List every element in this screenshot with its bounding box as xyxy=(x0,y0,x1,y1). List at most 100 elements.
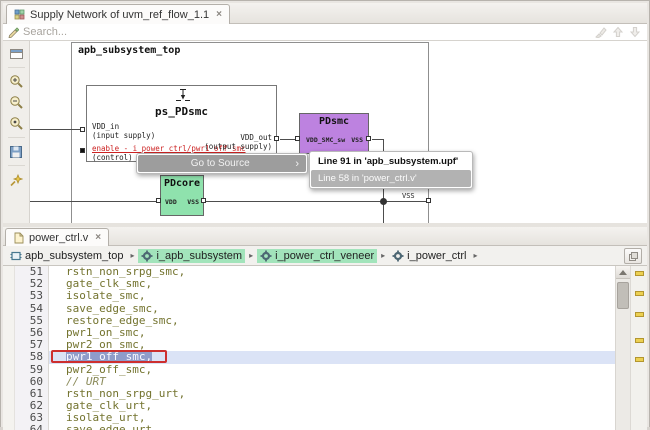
supply-wire xyxy=(280,139,295,140)
highlight-wand-button[interactable] xyxy=(6,170,27,189)
code-text[interactable]: pwr1_off_smc, xyxy=(49,351,615,363)
instance-icon xyxy=(141,250,153,262)
port-marker[interactable] xyxy=(366,136,371,141)
block-pdsmc-label: PDsmc xyxy=(300,114,368,127)
highlighter-icon[interactable] xyxy=(594,26,607,38)
go-to-source-submenu: Line 91 in 'apb_subsystem.upf' Line 58 i… xyxy=(309,151,473,189)
tab-title: Supply Network of uvm_ref_flow_1.1 xyxy=(30,9,209,21)
search-input[interactable] xyxy=(23,26,590,38)
search-match-marker[interactable] xyxy=(635,312,644,317)
zoom-reset-button[interactable] xyxy=(6,114,27,133)
zoom-out-button[interactable] xyxy=(6,93,27,112)
annotation-ruler-cell xyxy=(3,351,15,363)
breadcrumb-separator-icon: ▸ xyxy=(129,251,135,260)
breadcrumb-items: apb_subsystem_top▸i_apb_subsystem▸i_powe… xyxy=(7,249,479,263)
context-menu: Go to Source › xyxy=(136,153,308,174)
line-number: 64 xyxy=(15,424,49,430)
port-marker-vss-boundary[interactable] xyxy=(426,198,431,203)
code-text[interactable]: save_edge_smc, xyxy=(49,303,615,315)
verilog-file-icon xyxy=(13,232,24,244)
breadcrumb-item[interactable]: i_power_ctrl xyxy=(389,249,469,263)
breadcrumb-item[interactable]: i_power_ctrl_veneer xyxy=(257,249,377,263)
supply-view-icon xyxy=(14,9,25,20)
port-marker[interactable] xyxy=(201,198,206,203)
menu-item-line-58[interactable]: Line 58 in 'power_ctrl.v' xyxy=(311,170,471,187)
annotation-ruler-cell xyxy=(3,376,15,388)
port-marker[interactable] xyxy=(295,136,300,141)
port-label-vdd-in: VDD_in(input supply) xyxy=(92,122,155,140)
tab-close-icon[interactable]: × xyxy=(216,9,222,20)
annotation-ruler-cell xyxy=(3,303,15,315)
breadcrumb-item[interactable]: apb_subsystem_top xyxy=(7,249,126,263)
pdsmc-port-vss: VSS xyxy=(351,136,363,144)
line-number: 58 xyxy=(15,351,49,363)
save-button[interactable] xyxy=(6,142,27,161)
arrow-up-icon[interactable] xyxy=(612,26,624,38)
toolbar-separator xyxy=(8,137,25,138)
search-bar xyxy=(3,24,647,41)
pdcore-port-vss: VSS xyxy=(187,198,199,206)
module-label: apb_subsystem_top xyxy=(78,45,180,56)
supply-wire xyxy=(206,201,426,202)
new-view-button[interactable] xyxy=(6,44,27,63)
toolbar-separator xyxy=(8,165,25,166)
scrollbar-thumb[interactable] xyxy=(617,282,629,309)
port-label-vdd-out: VDD_out(output supply) xyxy=(200,133,272,151)
application-window: Supply Network of uvm_ref_flow_1.1 × xyxy=(0,0,650,427)
tab-power-ctrl[interactable]: power_ctrl.v × xyxy=(5,228,109,246)
submenu-arrow-icon: › xyxy=(295,158,299,170)
code-rows: 51rstn_non_srpg_smc,52gate_clk_smc,53iso… xyxy=(3,266,615,430)
menu-item-go-to-source[interactable]: Go to Source › xyxy=(138,155,306,172)
scroll-up-button[interactable] xyxy=(616,266,630,279)
code-text[interactable]: isolate_smc, xyxy=(49,290,615,302)
port-marker-enable[interactable] xyxy=(80,148,85,153)
breadcrumb-separator-icon: ▸ xyxy=(248,251,254,260)
wire-junction xyxy=(380,198,387,205)
annotation-ruler-cell xyxy=(3,290,15,302)
port-marker-vdd-out[interactable] xyxy=(274,136,279,141)
selected-code-text[interactable]: pwr1_off_smc, xyxy=(66,350,152,363)
line-number: 53 xyxy=(15,290,49,302)
code-editor[interactable]: 51rstn_non_srpg_smc,52gate_clk_smc,53iso… xyxy=(3,266,647,430)
annotation-ruler-cell xyxy=(3,315,15,327)
block-pdcore[interactable]: PDcore VDD VSS xyxy=(160,175,204,216)
search-match-marker[interactable] xyxy=(635,271,644,276)
annotation-ruler-cell xyxy=(3,266,15,278)
code-line: 64save_edge_urt, xyxy=(3,424,615,430)
port-marker[interactable] xyxy=(156,198,161,203)
search-edit-icon xyxy=(7,26,19,38)
annotation-ruler-cell xyxy=(3,400,15,412)
diagram-toolbar xyxy=(3,41,30,223)
vertical-scrollbar[interactable] xyxy=(615,266,630,430)
annotation-ruler-cell xyxy=(3,412,15,424)
supply-wire xyxy=(30,129,80,130)
scroll-up-icon xyxy=(619,270,627,275)
line-number: 54 xyxy=(15,303,49,315)
menu-item-line-91[interactable]: Line 91 in 'apb_subsystem.upf' xyxy=(311,153,471,170)
port-marker-vdd-in[interactable] xyxy=(80,127,85,132)
search-match-marker[interactable] xyxy=(635,291,644,296)
breadcrumb-separator-icon: ▸ xyxy=(380,251,386,260)
tab-title: power_ctrl.v xyxy=(29,232,88,244)
pdsmc-port-vdd-smc-sw: VDD_SMC_sw xyxy=(306,136,345,144)
zoom-in-button[interactable] xyxy=(6,72,27,91)
annotation-ruler-cell xyxy=(3,364,15,376)
code-line: 59pwr2_off_smc, xyxy=(3,364,615,376)
supply-tabbar: Supply Network of uvm_ref_flow_1.1 × xyxy=(3,3,647,24)
code-text[interactable]: save_edge_urt, xyxy=(49,424,615,430)
breadcrumb-settings-button[interactable] xyxy=(624,248,642,264)
arrow-down-icon[interactable] xyxy=(629,26,641,38)
block-pdcore-label: PDcore xyxy=(161,176,203,189)
tab-close-icon[interactable]: × xyxy=(95,232,101,243)
search-match-marker[interactable] xyxy=(635,338,644,343)
tab-supply-network[interactable]: Supply Network of uvm_ref_flow_1.1 × xyxy=(6,4,230,24)
block-pdsmc[interactable]: PDsmc VDD_SMC_sw VSS xyxy=(299,113,369,154)
line-number: 59 xyxy=(15,364,49,376)
search-match-marker[interactable] xyxy=(635,357,644,362)
breadcrumb-item[interactable]: i_apb_subsystem xyxy=(138,249,245,263)
supply-diagram-canvas[interactable]: apb_subsystem_top ps_PDsmc VDD_in(input … xyxy=(30,41,647,223)
supply-wire xyxy=(30,201,156,202)
code-text[interactable]: pwr2_off_smc, xyxy=(49,364,615,376)
boundary-port-vss-label: VSS xyxy=(402,192,415,201)
block-ps-pdsmc-label: ps_PDsmc xyxy=(86,105,277,118)
